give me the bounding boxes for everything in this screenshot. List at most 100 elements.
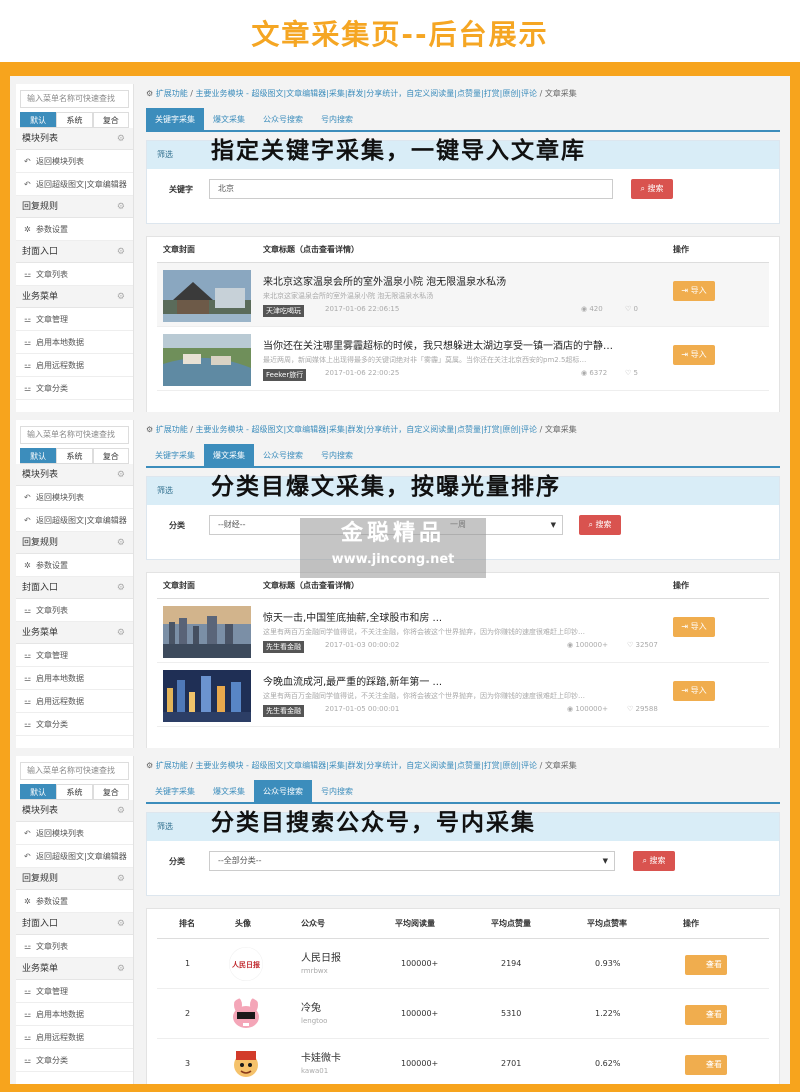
view-button[interactable]: ⇥ 查看 [685,1005,727,1025]
sidebar-item-article-list[interactable]: ⚍ 文章列表 [16,935,133,958]
account-name[interactable]: 卡娃微卡 [301,1049,341,1064]
sidebar-group-cover[interactable]: 封面入口 ⚙ [16,241,133,263]
cog-icon: ✲ [24,897,31,906]
sidebar-search-input[interactable]: 输入菜单名称可快速查找 [20,762,129,780]
sidebar-group-reply[interactable]: 回复规则 ⚙ [16,196,133,218]
sidebar-item-article-manage[interactable]: ⚍ 文章管理 [16,980,133,1003]
article-thumbnail[interactable] [163,606,251,658]
sidebar-item-local-data[interactable]: ⚍ 启用本地数据 [16,1003,133,1026]
view-button[interactable]: ⇥ 查看 [685,1055,727,1075]
sitemap-icon: ⚍ [24,720,32,729]
article-thumbnail[interactable] [163,334,251,386]
sidebar-tab-composite[interactable]: 复合 [92,448,129,463]
tab-keyword[interactable]: 关键字采集 [146,108,204,130]
tab-keyword[interactable]: 关键字采集 [146,780,204,802]
sidebar-item-article-list[interactable]: ⚍ 文章列表 [16,263,133,286]
sidebar-item-article-category[interactable]: ⚍ 文章分类 [16,713,133,736]
sidebar-tab-system[interactable]: 系统 [56,448,93,463]
tab-inner-search[interactable]: 号内搜索 [312,444,362,466]
sidebar-tab-system[interactable]: 系统 [56,784,93,799]
sidebar-group-cover[interactable]: 封面入口 ⚙ [16,577,133,599]
sidebar-search-input[interactable]: 输入菜单名称可快速查找 [20,90,129,108]
sidebar-group-business[interactable]: 业务菜单 ⚙ [16,622,133,644]
sidebar-group-modules[interactable]: 模块列表 ⚙ [16,464,133,486]
sidebar-item-article-list[interactable]: ⚍ 文章列表 [16,599,133,622]
tab-account-search[interactable]: 公众号搜索 [254,108,312,130]
article-title[interactable]: 惊天一击,中国笙底抽薪,全球股市和房 ... [263,609,663,624]
sidebar-item-article-category[interactable]: ⚍ 文章分类 [16,377,133,400]
sidebar-item-back-editor[interactable]: ↶ 返回超级图文|文章编辑器 [16,173,133,196]
sidebar-item-back-editor[interactable]: ↶ 返回超级图文|文章编辑器 [16,845,133,868]
sidebar-search-input[interactable]: 输入菜单名称可快速查找 [20,426,129,444]
tab-inner-search[interactable]: 号内搜索 [312,108,362,130]
sidebar-item-remote-data[interactable]: ⚍ 启用远程数据 [16,1026,133,1049]
sidebar-group-reply[interactable]: 回复规则 ⚙ [16,532,133,554]
article-desc: 这里有两百万金融同学值得说，不关注金融，你将会被这个世界抛弃，因为你赚钱的速度很… [263,628,585,636]
sidebar-item-settings[interactable]: ✲ 参数设置 [16,218,133,241]
sidebar-tabs: 默认 系统 复合 [20,112,129,128]
source-badge: 先生看金融 [263,641,304,653]
sidebar-tab-default[interactable]: 默认 [20,784,57,799]
tab-keyword[interactable]: 关键字采集 [146,444,204,466]
account-name[interactable]: 冷兔 [301,999,321,1014]
sidebar-group-modules[interactable]: 模块列表 ⚙ [16,800,133,822]
sitemap-icon: ⚍ [24,674,32,683]
thumbs-up-icon: ♡ [627,641,636,649]
sidebar-item-settings[interactable]: ✲ 参数设置 [16,554,133,577]
tab-hot-article[interactable]: 爆文采集 [204,108,254,130]
article-thumbnail[interactable] [163,670,251,722]
sidebar-item-article-category[interactable]: ⚍ 文章分类 [16,1049,133,1072]
article-title[interactable]: 今晚血流成河,最严重的踩踏,新年第一 ... [263,673,663,688]
sidebar-tab-composite[interactable]: 复合 [92,784,129,799]
tab-hot-article[interactable]: 爆文采集 [204,444,254,466]
keyword-input[interactable]: 北京 [209,179,613,199]
sidebar-item-local-data[interactable]: ⚍ 启用本地数据 [16,667,133,690]
sidebar-item-remote-data[interactable]: ⚍ 启用远程数据 [16,354,133,377]
back-arrow-icon: ↶ [24,829,31,838]
sidebar-item-remote-data[interactable]: ⚍ 启用远程数据 [16,690,133,713]
sidebar-item-back-modules[interactable]: ↶ 返回模块列表 [16,150,133,173]
import-button[interactable]: ⇥ 导入 [673,345,715,365]
sidebar-item-article-manage[interactable]: ⚍ 文章管理 [16,308,133,331]
back-arrow-icon: ↶ [24,516,31,525]
import-button[interactable]: ⇥ 导入 [673,281,715,301]
sidebar-tab-default[interactable]: 默认 [20,448,57,463]
search-button[interactable]: ⌕ 搜索 [633,851,675,871]
search-button[interactable]: ⌕ 搜索 [631,179,673,199]
sidebar-tabs: 默认 系统 复合 [20,448,129,464]
sidebar: 输入菜单名称可快速查找 默认 系统 复合 模块列表 ⚙ ↶ 返回模块列表 ↶ 返回超级… [16,756,134,1084]
article-thumbnail[interactable] [163,270,251,322]
import-button[interactable]: ⇥ 导入 [673,617,715,637]
collect-tabs: 关键字采集 爆文采集 公众号搜索 号内搜索 [146,444,780,468]
tab-hot-article[interactable]: 爆文采集 [204,780,254,802]
sidebar-group-cover[interactable]: 封面入口 ⚙ [16,913,133,935]
sidebar-group-reply[interactable]: 回复规则 ⚙ [16,868,133,890]
sidebar-item-back-modules[interactable]: ↶ 返回模块列表 [16,822,133,845]
account-name[interactable]: 人民日报 [301,949,341,964]
tab-account-search[interactable]: 公众号搜索 [254,444,312,466]
view-button[interactable]: ⇥ 查看 [685,955,727,975]
sidebar-tab-system[interactable]: 系统 [56,112,93,127]
import-button[interactable]: ⇥ 导入 [673,681,715,701]
sidebar-item-settings[interactable]: ✲ 参数设置 [16,890,133,913]
avg-reads: 100000+ [401,959,439,968]
sidebar-group-business[interactable]: 业务菜单 ⚙ [16,286,133,308]
sidebar-tab-default[interactable]: 默认 [20,112,57,127]
breadcrumb: ⚙ 扩展功能 / 主要业务模块 - 超级图文|文章编辑器|采集|群发|分享统计，… [146,761,577,770]
article-title[interactable]: 当你还在关注哪里雾霾超标的时候，我只想躲进太湖边享受一镇一酒店的宁静… [263,337,663,352]
tab-inner-search[interactable]: 号内搜索 [312,780,362,802]
sidebar-group-modules[interactable]: 模块列表 ⚙ [16,128,133,150]
cogs-icon: ⚙ [146,761,156,770]
search-button[interactable]: ⌕ 搜索 [579,515,621,535]
sidebar-tab-composite[interactable]: 复合 [92,112,129,127]
sidebar-item-back-modules[interactable]: ↶ 返回模块列表 [16,486,133,509]
sidebar-item-back-editor[interactable]: ↶ 返回超级图文|文章编辑器 [16,509,133,532]
article-title[interactable]: 来北京这家温泉会所的室外温泉小院 泡无限温泉水私汤 [263,273,663,288]
avg-likes: 5310 [501,1009,522,1018]
sidebar-item-article-manage[interactable]: ⚍ 文章管理 [16,644,133,667]
tab-account-search[interactable]: 公众号搜索 [254,780,312,802]
sidebar-item-local-data[interactable]: ⚍ 启用本地数据 [16,331,133,354]
category-select[interactable]: --全部分类-- ▼ [209,851,615,871]
watermark-title: 金聪精品 [340,521,445,546]
sidebar-group-business[interactable]: 业务菜单 ⚙ [16,958,133,980]
